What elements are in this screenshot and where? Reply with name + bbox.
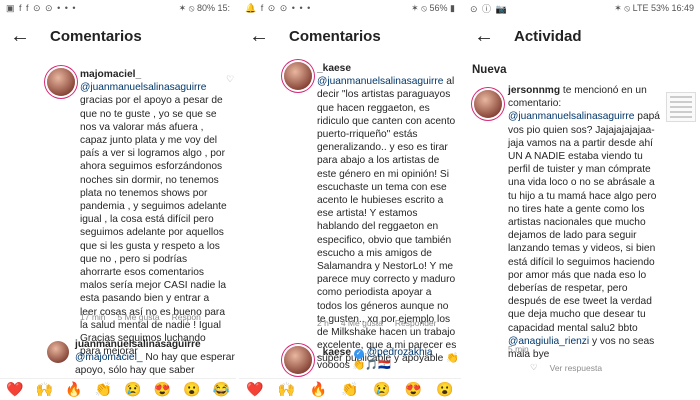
header: ← Comentarios bbox=[239, 16, 461, 56]
emoji-crying-icon[interactable]: 😢 bbox=[373, 381, 390, 398]
comment-username[interactable]: _kaese bbox=[317, 347, 351, 358]
activity-meta: 5 min bbox=[508, 344, 529, 354]
emoji-surprised-icon[interactable]: 😮 bbox=[183, 381, 200, 398]
emoji-clap-icon[interactable]: 👏 bbox=[95, 381, 112, 398]
status-bar: 🔔 f ⊙ ⊙ • • • ✶ ⦸ 56% ▮ bbox=[239, 0, 461, 16]
comment-time: 17 min bbox=[80, 312, 106, 322]
heart-outline-icon[interactable]: ♡ bbox=[530, 362, 538, 373]
emoji-clap-icon[interactable]: 👏 bbox=[341, 381, 358, 398]
activity-text: papá vos pio quien sos? Jajajajajajaa-ja… bbox=[508, 111, 660, 334]
comment-likes[interactable]: 5 Me gusta bbox=[118, 312, 160, 322]
comment-meta: 2 h 4 Me gusta Responder bbox=[317, 318, 436, 328]
comment-likes[interactable]: 4 Me gusta bbox=[341, 318, 383, 328]
avatar[interactable] bbox=[474, 90, 502, 118]
emoji-heart-icon[interactable]: ❤️ bbox=[246, 381, 263, 398]
emoji-surprised-icon[interactable]: 😮 bbox=[436, 381, 453, 398]
activity-mention[interactable]: @juanmanuelsalinasaguirre bbox=[508, 111, 634, 122]
reply-button[interactable]: Responder bbox=[395, 318, 437, 328]
comment-mention[interactable]: @majomaciel_ bbox=[75, 352, 143, 363]
status-bar: ⊙ ⓘ 📷 ✶ ⦸ LTE 53% 16:49 bbox=[464, 0, 700, 16]
page-title: Comentarios bbox=[50, 27, 142, 45]
screen-comments-2: 🔔 f ⊙ ⊙ • • • ✶ ⦸ 56% ▮ ← Comentarios _k… bbox=[239, 0, 461, 400]
back-arrow-icon[interactable]: ← bbox=[474, 25, 514, 48]
status-icons-right: ✶ ⦸ 56% ▮ bbox=[411, 2, 455, 13]
page-title: Comentarios bbox=[289, 27, 381, 45]
header: ← Comentarios bbox=[0, 16, 236, 56]
view-reply-button[interactable]: Ver respuesta bbox=[550, 363, 602, 373]
emoji-reaction-bar: ❤️ 🙌 🔥 👏 😢 😍 😮 bbox=[239, 378, 461, 400]
screen-activity: ⊙ ⓘ 📷 ✶ ⦸ LTE 53% 16:49 ← Actividad Nuev… bbox=[464, 0, 700, 400]
emoji-laughing-icon[interactable]: 😂 bbox=[213, 381, 230, 398]
comment-meta: 17 min 5 Me gusta Respon bbox=[80, 312, 201, 322]
comment-username[interactable]: _kaese bbox=[317, 63, 351, 74]
status-icons-left: ⊙ ⓘ 📷 bbox=[470, 3, 508, 14]
status-icons-left: ▣ f f ⊙ ⊙ • • • bbox=[6, 2, 77, 13]
comment-username[interactable]: juanmanuelsalinasaguirre bbox=[75, 339, 201, 350]
comment-time: 2 h bbox=[317, 318, 329, 328]
header: ← Actividad bbox=[464, 16, 700, 56]
post-thumbnail[interactable] bbox=[666, 92, 696, 122]
comment-mention[interactable]: @juanmanuelsalinasaguirre bbox=[317, 76, 443, 87]
activity-username[interactable]: jersonnmg bbox=[508, 85, 560, 96]
comment-username[interactable]: majomaciel_ bbox=[80, 69, 141, 80]
status-bar: ▣ f f ⊙ ⊙ • • • ✶ ⦸ 80% 15: bbox=[0, 0, 236, 16]
emoji-heart-eyes-icon[interactable]: 😍 bbox=[405, 381, 422, 398]
page-title: Actividad bbox=[514, 27, 582, 45]
emoji-heart-icon[interactable]: ❤️ bbox=[6, 381, 23, 398]
back-arrow-icon[interactable]: ← bbox=[10, 25, 50, 48]
avatar[interactable] bbox=[47, 68, 75, 96]
emoji-heart-eyes-icon[interactable]: 😍 bbox=[154, 381, 171, 398]
emoji-raised-hands-icon[interactable]: 🙌 bbox=[36, 381, 53, 398]
comment-mention[interactable]: @juanmanuelsalinasaguirre bbox=[80, 82, 206, 93]
like-heart-icon[interactable]: ♡ bbox=[226, 74, 234, 85]
emoji-reaction-bar: ❤️ 🙌 🔥 👏 😢 😍 😮 😂 bbox=[0, 378, 236, 400]
comment: juanmanuelsalinasaguirre @majomaciel_ No… bbox=[75, 338, 235, 378]
reply-button[interactable]: Respon bbox=[172, 312, 201, 322]
emoji-fire-icon[interactable]: 🔥 bbox=[310, 381, 327, 398]
emoji-raised-hands-icon[interactable]: 🙌 bbox=[278, 381, 295, 398]
back-arrow-icon[interactable]: ← bbox=[249, 25, 289, 48]
comment: _kaese ✓ @pedrozakhia voooos 👏🎵🇵🇾 bbox=[317, 346, 459, 372]
status-icons-right: ✶ ⦸ LTE 53% 16:49 bbox=[614, 2, 694, 13]
status-icons-right: ✶ ⦸ 80% 15: bbox=[178, 2, 230, 13]
comment-text: voooos 👏🎵🇵🇾 bbox=[317, 360, 391, 372]
activity-item[interactable]: jersonnmg te mencionó en un comentario: … bbox=[508, 84, 660, 361]
emoji-crying-icon[interactable]: 😢 bbox=[124, 381, 141, 398]
status-icons-left: 🔔 f ⊙ ⊙ • • • bbox=[245, 2, 312, 13]
avatar[interactable] bbox=[47, 341, 69, 363]
activity-time: 5 min bbox=[508, 344, 529, 354]
comment-mention[interactable]: @pedrozakhia bbox=[367, 347, 433, 358]
verified-badge-icon: ✓ bbox=[353, 349, 364, 359]
section-label-new: Nueva bbox=[472, 64, 507, 76]
view-replies[interactable]: ♡ Ver respuesta bbox=[530, 362, 602, 373]
avatar[interactable] bbox=[284, 62, 312, 90]
screen-comments-1: ▣ f f ⊙ ⊙ • • • ✶ ⦸ 80% 15: ← Comentario… bbox=[0, 0, 236, 400]
emoji-fire-icon[interactable]: 🔥 bbox=[65, 381, 82, 398]
avatar[interactable] bbox=[284, 346, 312, 374]
